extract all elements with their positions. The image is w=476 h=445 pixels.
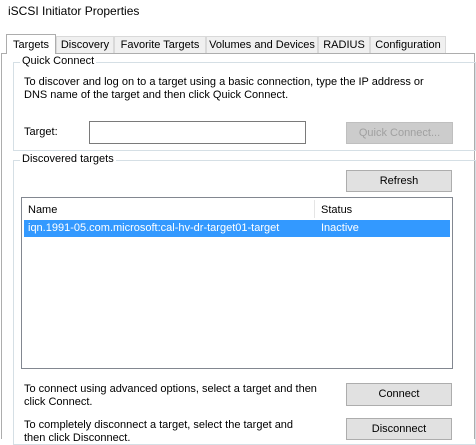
- tab-discovery[interactable]: Discovery: [56, 36, 114, 53]
- target-input[interactable]: [89, 121, 306, 144]
- quick-connect-description-line2: DNS name of the target and then click Qu…: [24, 89, 289, 101]
- target-label: Target:: [24, 126, 58, 138]
- tab-favorite-targets[interactable]: Favorite Targets: [114, 36, 206, 53]
- quick-connect-legend: Quick Connect: [20, 55, 97, 67]
- tab-targets[interactable]: Targets: [6, 34, 56, 54]
- column-header-status[interactable]: Status: [321, 204, 352, 216]
- refresh-button[interactable]: Refresh: [346, 170, 452, 192]
- column-header-name[interactable]: Name: [28, 204, 57, 216]
- connect-instructions-line2: click Connect.: [24, 396, 93, 408]
- quick-connect-button[interactable]: Quick Connect...: [346, 122, 453, 144]
- window-title: iSCSI Initiator Properties: [8, 4, 140, 18]
- title-bar: iSCSI Initiator Properties: [0, 0, 476, 26]
- disconnect-button[interactable]: Disconnect: [346, 418, 452, 440]
- tab-volumes-and-devices[interactable]: Volumes and Devices: [206, 36, 318, 53]
- discovered-targets-legend: Discovered targets: [20, 153, 116, 165]
- tab-radius[interactable]: RADIUS: [318, 36, 370, 53]
- discovered-targets-list[interactable]: Name Status iqn.1991-05.com.microsoft:ca…: [21, 197, 453, 369]
- disconnect-instructions-line1: To completely disconnect a target, selec…: [24, 419, 294, 431]
- tab-strip: Targets Discovery Favorite Targets Volum…: [0, 34, 476, 54]
- connect-instructions-line1: To connect using advanced options, selec…: [24, 383, 317, 395]
- quick-connect-description-line1: To discover and log on to a target using…: [24, 76, 424, 88]
- column-separator[interactable]: [314, 200, 315, 218]
- connect-button[interactable]: Connect: [346, 383, 452, 406]
- target-name-cell: iqn.1991-05.com.microsoft:cal-hv-dr-targ…: [28, 222, 280, 234]
- target-status-cell: Inactive: [321, 222, 359, 234]
- table-row[interactable]: iqn.1991-05.com.microsoft:cal-hv-dr-targ…: [24, 220, 450, 237]
- tab-configuration[interactable]: Configuration: [370, 36, 446, 53]
